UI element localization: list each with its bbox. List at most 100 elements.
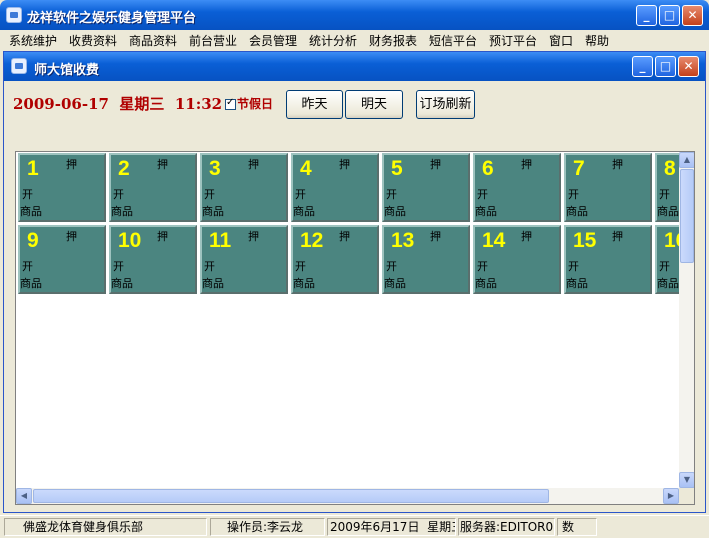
goods-label: 商品 xyxy=(293,277,315,290)
vertical-scroll-thumb[interactable] xyxy=(680,169,694,263)
court-tile[interactable]: 7 押开商品 xyxy=(564,153,652,222)
goods-label: 商品 xyxy=(384,205,406,218)
court-number: 11 xyxy=(209,229,232,252)
menu-fees[interactable]: 收费资料 xyxy=(69,32,117,49)
window-icon xyxy=(11,58,27,74)
deposit-label: 押 xyxy=(248,230,259,243)
menu-help[interactable]: 帮助 xyxy=(585,32,609,49)
scroll-corner xyxy=(679,488,694,504)
holiday-label: 节假日 xyxy=(237,97,274,111)
scroll-down-icon[interactable]: ▼ xyxy=(679,472,694,488)
scroll-up-icon[interactable]: ▲ xyxy=(679,152,694,168)
goods-label: 商品 xyxy=(202,277,224,290)
court-tile[interactable]: 10 押开商品 xyxy=(109,225,197,294)
minimize-button[interactable]: _ xyxy=(636,5,657,26)
court-tile[interactable]: 15 押开商品 xyxy=(564,225,652,294)
menu-members[interactable]: 会员管理 xyxy=(249,32,297,49)
court-tile[interactable]: 1 押开商品 xyxy=(18,153,106,222)
menu-booking[interactable]: 预订平台 xyxy=(489,32,537,49)
deposit-label: 押 xyxy=(521,230,532,243)
checkbox-icon[interactable] xyxy=(225,97,236,110)
court-number: 6 xyxy=(482,157,494,180)
tomorrow-button[interactable]: 明天 xyxy=(345,90,403,119)
deposit-label: 押 xyxy=(430,230,441,243)
horizontal-scrollbar[interactable]: ◀ ▶ xyxy=(16,488,679,504)
current-datetime: 2009-06-17 星期三 11:32 xyxy=(13,95,223,113)
goods-label: 商品 xyxy=(111,277,133,290)
child-minimize-button[interactable]: _ xyxy=(632,56,653,77)
status-operator: 操作员:李云龙 xyxy=(210,518,325,536)
court-tile[interactable]: 3 押开商品 xyxy=(200,153,288,222)
menu-statistics[interactable]: 统计分析 xyxy=(309,32,357,49)
menu-sms[interactable]: 短信平台 xyxy=(429,32,477,49)
menu-finance[interactable]: 财务报表 xyxy=(369,32,417,49)
goods-label: 商品 xyxy=(475,205,497,218)
yesterday-button[interactable]: 昨天 xyxy=(286,90,343,119)
vertical-scrollbar[interactable]: ▲ ▼ xyxy=(679,152,694,488)
open-label: 开 xyxy=(295,260,306,273)
horizontal-scroll-thumb[interactable] xyxy=(33,489,549,503)
court-tile[interactable]: 13 押开商品 xyxy=(382,225,470,294)
status-extra: 数 xyxy=(557,518,597,536)
deposit-label: 押 xyxy=(339,230,350,243)
status-date: 2009年6月17日 星期三 xyxy=(327,518,456,536)
court-number: 5 xyxy=(391,157,403,180)
court-tile[interactable]: 5 押开商品 xyxy=(382,153,470,222)
status-server: 服务器:EDITOR08 xyxy=(458,518,555,536)
court-tile[interactable]: 6 押开商品 xyxy=(473,153,561,222)
open-label: 开 xyxy=(659,188,670,201)
open-label: 开 xyxy=(659,260,670,273)
open-label: 开 xyxy=(386,260,397,273)
court-grid: 1 押开商品 2 押开商品 3 押开商品 4 押开商品 5 押开商品 6 押开商品 7押开商… xyxy=(15,151,695,505)
deposit-label: 押 xyxy=(339,158,350,171)
menu-system[interactable]: 系统维护 xyxy=(9,32,57,49)
goods-label: 商品 xyxy=(657,277,679,290)
court-tile[interactable]: 4 押开商品 xyxy=(291,153,379,222)
goods-label: 商品 xyxy=(657,205,679,218)
court-tile[interactable]: 11 押开商品 xyxy=(200,225,288,294)
maximize-button[interactable]: □ xyxy=(659,5,680,26)
court-number: 7 xyxy=(573,157,585,180)
fee-window: 师大馆收费 _ □ ✕ 2009-06-17 星期三 11:32 节假日 昨天 … xyxy=(3,51,706,513)
open-label: 开 xyxy=(477,188,488,201)
fee-window-title-bar[interactable]: 师大馆收费 _ □ ✕ xyxy=(4,52,705,81)
court-tile[interactable]: 14 押开商品 xyxy=(473,225,561,294)
goods-label: 商品 xyxy=(566,277,588,290)
court-number: 12 xyxy=(300,229,324,252)
deposit-label: 押 xyxy=(612,230,623,243)
court-tile[interactable]: 2 押开商品 xyxy=(109,153,197,222)
court-number: 1 xyxy=(27,157,39,180)
scroll-right-icon[interactable]: ▶ xyxy=(663,488,679,504)
menu-bar: 系统维护 收费资料 商品资料 前台营业 会员管理 统计分析 财务报表 短信平台 … xyxy=(0,30,709,48)
court-number: 10 xyxy=(118,229,142,252)
deposit-label: 押 xyxy=(157,230,168,243)
court-tile[interactable]: 12 押开商品 xyxy=(291,225,379,294)
court-number: 3 xyxy=(209,157,221,180)
menu-goods[interactable]: 商品资料 xyxy=(129,32,177,49)
court-number: 13 xyxy=(391,229,415,252)
court-tile[interactable]: 9 押开商品 xyxy=(18,225,106,294)
app-title-bar[interactable]: 龙祥软件之娱乐健身管理平台 _ □ ✕ xyxy=(0,0,709,30)
court-number: 9 xyxy=(27,229,39,252)
open-label: 开 xyxy=(568,260,579,273)
goods-label: 商品 xyxy=(566,205,588,218)
app-title: 龙祥软件之娱乐健身管理平台 xyxy=(27,11,197,26)
goods-label: 商品 xyxy=(20,277,42,290)
refresh-booking-button[interactable]: 订场刷新 xyxy=(416,90,475,119)
deposit-label: 押 xyxy=(612,158,623,171)
open-label: 开 xyxy=(22,188,33,201)
open-label: 开 xyxy=(295,188,306,201)
scroll-left-icon[interactable]: ◀ xyxy=(16,488,32,504)
child-close-button[interactable]: ✕ xyxy=(678,56,699,77)
close-button[interactable]: ✕ xyxy=(682,5,703,26)
menu-window[interactable]: 窗口 xyxy=(549,32,573,49)
deposit-label: 押 xyxy=(157,158,168,171)
child-maximize-button[interactable]: □ xyxy=(655,56,676,77)
open-label: 开 xyxy=(477,260,488,273)
menu-front-desk[interactable]: 前台营业 xyxy=(189,32,237,49)
goods-label: 商品 xyxy=(475,277,497,290)
goods-label: 商品 xyxy=(202,205,224,218)
goods-label: 商品 xyxy=(20,205,42,218)
holiday-checkbox[interactable]: 节假日 xyxy=(225,95,273,112)
deposit-label: 押 xyxy=(66,230,77,243)
